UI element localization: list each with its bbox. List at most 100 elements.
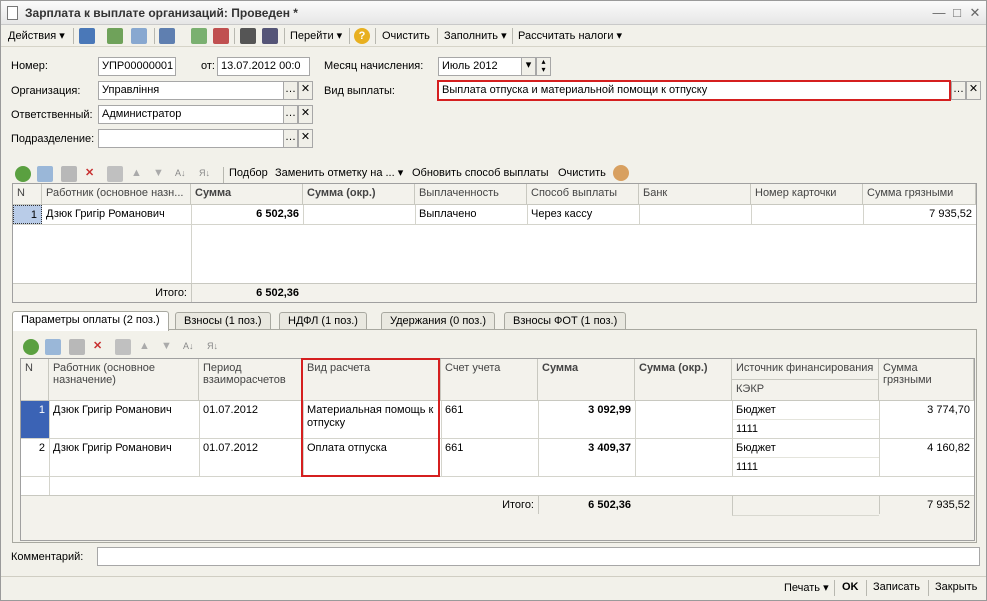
pay-type-select-button[interactable]: … bbox=[951, 81, 966, 100]
add-row-icon[interactable] bbox=[23, 339, 39, 355]
month-dropdown-button[interactable]: ▾ bbox=[521, 57, 536, 76]
list-icon[interactable] bbox=[240, 28, 256, 44]
copy-row-icon[interactable] bbox=[37, 166, 53, 182]
print-menu[interactable]: Печать ▾ bbox=[784, 581, 829, 594]
comment-field[interactable] bbox=[97, 547, 980, 566]
column-header-gross-sum[interactable]: Сумма грязными bbox=[879, 359, 974, 401]
update-method-button[interactable]: Обновить способ выплаты bbox=[412, 164, 548, 182]
move-down-icon[interactable]: ▼ bbox=[161, 337, 172, 355]
back-icon[interactable] bbox=[79, 28, 95, 44]
sort-asc-icon[interactable]: A↓ bbox=[183, 337, 194, 355]
grid-footer: Итого: 6 502,36 bbox=[13, 283, 976, 302]
refresh-icon[interactable] bbox=[107, 28, 123, 44]
organization-select-button[interactable]: … bbox=[283, 81, 298, 100]
column-header-card-number[interactable]: Номер карточки bbox=[751, 184, 863, 205]
calc-type-cell: Материальная помощь к отпуску bbox=[307, 404, 434, 429]
clear-button[interactable]: Очистить bbox=[382, 27, 430, 45]
copy-icon[interactable] bbox=[131, 28, 147, 44]
grid-clear-button[interactable]: Очистить bbox=[558, 164, 606, 182]
number-field[interactable]: УПР00000001 bbox=[98, 57, 176, 76]
document-window: Зарплата к выплате организаций: Проведен… bbox=[0, 0, 987, 601]
minimize-icon[interactable]: — bbox=[931, 5, 947, 21]
post-icon[interactable] bbox=[159, 28, 175, 44]
end-edit-icon[interactable] bbox=[115, 339, 131, 355]
sort-asc-icon[interactable]: A↓ bbox=[175, 164, 186, 182]
worker-cell: Дзюк Григiр Романович bbox=[53, 442, 172, 454]
column-header-sum-rounded[interactable]: Сумма (окр.) bbox=[635, 359, 732, 401]
column-header-kekr[interactable]: КЭКР bbox=[732, 380, 879, 401]
actions-menu[interactable]: Действия ▾ bbox=[8, 27, 65, 45]
move-down-icon[interactable]: ▼ bbox=[153, 164, 164, 182]
edit-row-icon[interactable] bbox=[69, 339, 85, 355]
column-header-paid-status[interactable]: Выплаченность bbox=[415, 184, 527, 205]
toolbar-separator bbox=[834, 580, 835, 596]
column-header-sum-rounded[interactable]: Сумма (окр.) bbox=[303, 184, 415, 205]
column-header-account[interactable]: Счет учета bbox=[441, 359, 538, 401]
save-button[interactable]: Записать bbox=[873, 581, 920, 593]
column-header-calc-type[interactable]: Вид расчета bbox=[303, 359, 441, 401]
users-icon[interactable] bbox=[613, 165, 629, 181]
organization-clear-button[interactable]: ✕ bbox=[298, 81, 313, 100]
month-spin-button[interactable]: ▴ ▾ bbox=[536, 57, 551, 76]
delete-row-icon[interactable]: ✕ bbox=[93, 337, 102, 355]
responsible-select-button[interactable]: … bbox=[283, 105, 298, 124]
division-select-button[interactable]: … bbox=[283, 129, 298, 148]
select-button[interactable]: Подбор bbox=[229, 164, 268, 182]
fill-label: Заполнить bbox=[444, 30, 499, 42]
maximize-icon[interactable]: □ bbox=[949, 5, 965, 21]
calc-taxes-menu[interactable]: Рассчитать налоги ▾ bbox=[518, 27, 622, 45]
tab-payment-params[interactable]: Параметры оплаты (2 поз.) bbox=[12, 311, 169, 331]
sort-desc-icon[interactable]: Я↓ bbox=[207, 337, 218, 355]
tab-fot-contributions[interactable]: Взносы ФОТ (1 поз.) bbox=[504, 312, 627, 330]
period-cell: 01.07.2012 bbox=[203, 442, 259, 454]
grid-line bbox=[751, 205, 752, 225]
replace-mark-menu[interactable]: Заменить отметку на ... ▾ bbox=[275, 164, 403, 182]
pay-type-field[interactable]: Выплата отпуска и материальной помощи к … bbox=[437, 80, 951, 101]
ok-button[interactable]: OK bbox=[842, 581, 859, 593]
table-row[interactable]: 1 Дзюк Григiр Романович 6 502,36 Выплаче… bbox=[13, 205, 976, 225]
tab-contributions[interactable]: Взносы (1 поз.) bbox=[175, 312, 271, 330]
column-header-n[interactable]: N bbox=[21, 359, 49, 401]
pay-type-clear-button[interactable]: ✕ bbox=[966, 81, 981, 100]
responsible-clear-button[interactable]: ✕ bbox=[298, 105, 313, 124]
tab-ndfl[interactable]: НДФЛ (1 поз.) bbox=[279, 312, 367, 330]
unpost-icon[interactable] bbox=[213, 28, 229, 44]
move-up-icon[interactable]: ▲ bbox=[131, 164, 142, 182]
column-header-sum[interactable]: Сумма bbox=[538, 359, 635, 401]
tab-deductions[interactable]: Удержания (0 поз.) bbox=[381, 312, 496, 330]
column-header-worker[interactable]: Работник (основное назначение) bbox=[49, 359, 199, 401]
close-icon[interactable]: ✕ bbox=[967, 5, 983, 21]
column-header-sum[interactable]: Сумма bbox=[191, 184, 303, 205]
responsible-field[interactable]: Администратор bbox=[98, 105, 284, 124]
division-field[interactable] bbox=[98, 129, 284, 148]
table-row[interactable]: 1 Дзюк Григiр Романович 01.07.2012 Матер… bbox=[21, 401, 974, 439]
table-row[interactable]: 2 Дзюк Григiр Романович 01.07.2012 Оплат… bbox=[21, 439, 974, 477]
edit-row-icon[interactable] bbox=[61, 166, 77, 182]
copy-row-icon[interactable] bbox=[45, 339, 61, 355]
column-header-funding-source[interactable]: Источник финансирования bbox=[732, 359, 879, 380]
column-header-bank[interactable]: Банк bbox=[639, 184, 751, 205]
organization-field[interactable]: Управлiння bbox=[98, 81, 284, 100]
column-header-worker[interactable]: Работник (основное назн... bbox=[42, 184, 191, 205]
help-icon[interactable]: ? bbox=[354, 28, 370, 44]
division-clear-button[interactable]: ✕ bbox=[298, 129, 313, 148]
column-header-pay-method[interactable]: Способ выплаты bbox=[527, 184, 639, 205]
column-header-n[interactable]: N bbox=[13, 184, 42, 205]
delete-row-icon[interactable]: ✕ bbox=[85, 164, 94, 182]
grid-line bbox=[199, 401, 200, 477]
card-number-cell bbox=[751, 205, 863, 211]
structure-icon[interactable] bbox=[262, 28, 278, 44]
column-header-gross-sum[interactable]: Сумма грязными bbox=[863, 184, 976, 205]
date-field[interactable]: 13.07.2012 00:0 bbox=[217, 57, 310, 76]
month-field[interactable]: Июль 2012 bbox=[438, 57, 522, 76]
sort-desc-icon[interactable]: Я↓ bbox=[199, 164, 210, 182]
movements-icon[interactable] bbox=[191, 28, 207, 44]
add-row-icon[interactable] bbox=[15, 166, 31, 182]
sum-rounded-cell bbox=[303, 205, 415, 211]
end-edit-icon[interactable] bbox=[107, 166, 123, 182]
move-up-icon[interactable]: ▲ bbox=[139, 337, 150, 355]
goto-menu[interactable]: Перейти ▾ bbox=[290, 27, 342, 45]
column-header-period[interactable]: Период взаиморасчетов bbox=[199, 359, 303, 401]
fill-menu[interactable]: Заполнить ▾ bbox=[444, 27, 507, 45]
close-button[interactable]: Закрыть bbox=[935, 581, 977, 593]
